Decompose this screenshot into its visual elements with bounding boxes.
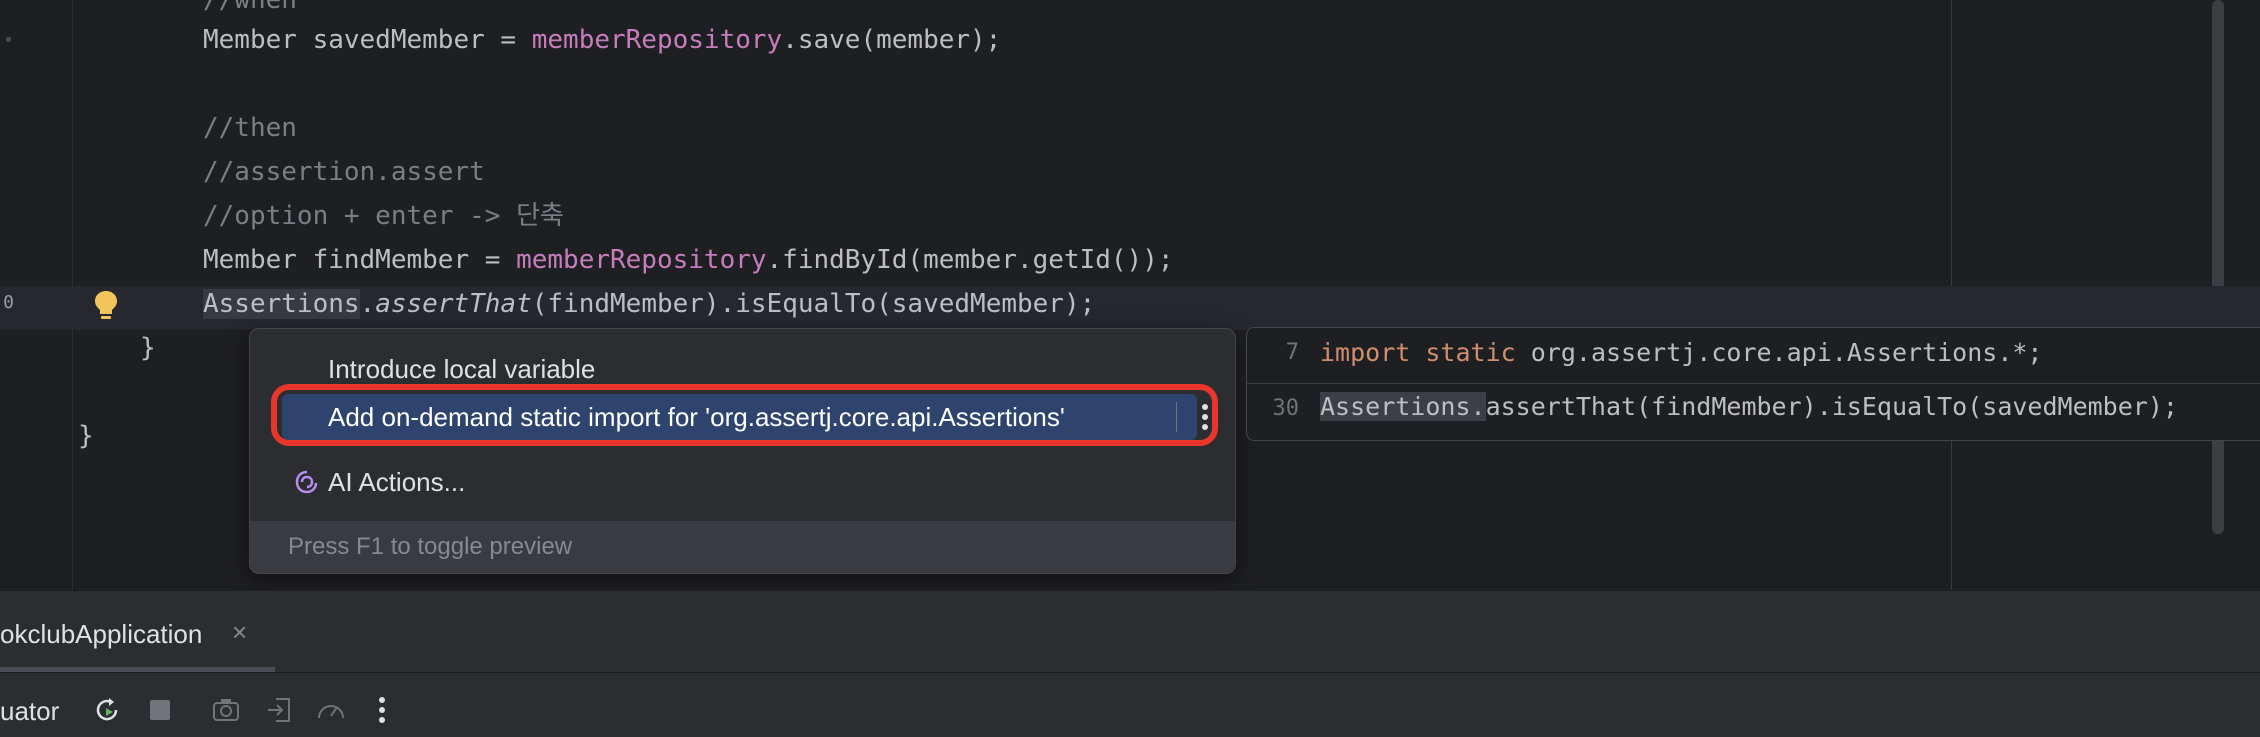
popup-footer: Press F1 to toggle preview [250,521,1235,573]
preview-separator [1247,383,2260,384]
login-icon[interactable] [262,693,296,727]
more-options-icon[interactable] [365,693,399,727]
editor-scrollbar[interactable] [2212,0,2224,534]
code-line: Member savedMember = memberRepository.sa… [203,25,1002,55]
divider [1176,402,1177,432]
tool-window-label: uator [0,696,60,726]
intention-item-ai-actions[interactable]: AI Actions... [328,467,465,498]
more-options-icon[interactable] [1190,398,1220,436]
rerun-icon[interactable] [90,693,124,727]
preview-line-number: 7 [1285,340,1299,365]
code-line: //when [203,0,297,15]
divider [0,672,2260,673]
line-number: 0 [3,292,14,313]
code-line: } [140,333,156,363]
speedometer-icon[interactable] [314,693,348,727]
code-line: Member findMember = memberRepository.fin… [203,245,1174,275]
ai-assistant-icon [295,470,318,494]
preview-hint: Press F1 to toggle preview [288,533,573,560]
intention-item-add-static-import[interactable]: Add on-demand static import for 'org.ass… [282,394,1208,440]
lightbulb-icon[interactable] [92,288,120,324]
intention-preview-panel: 7 import static org.assertj.core.api.Ass… [1246,327,2260,441]
intention-item-label: Add on-demand static import for 'org.ass… [328,402,1065,432]
preview-line-number: 30 [1272,396,1300,421]
preview-code-line: Assertions.assertThat(findMember).isEqua… [1320,392,2178,421]
line-number: • [3,30,14,51]
preview-code-line: import static org.assertj.core.api.Asser… [1320,338,2043,367]
code-line: //then [203,113,297,143]
intention-item-introduce-variable[interactable]: Introduce local variable [328,354,595,385]
code-line: } [78,421,94,451]
stop-icon[interactable] [143,693,177,727]
code-line: Assertions.assertThat(findMember).isEqua… [203,289,1096,319]
camera-icon[interactable] [209,693,243,727]
code-line: //assertion.assert [203,157,485,187]
intention-actions-popup: Introduce local variable Add on-demand s… [249,328,1236,574]
code-line: //option + enter -> 단축 [203,201,564,231]
run-tab[interactable]: okclubApplication [0,619,202,650]
close-icon[interactable]: × [232,617,247,648]
run-tool-window: okclubApplication × uator [0,590,2260,737]
